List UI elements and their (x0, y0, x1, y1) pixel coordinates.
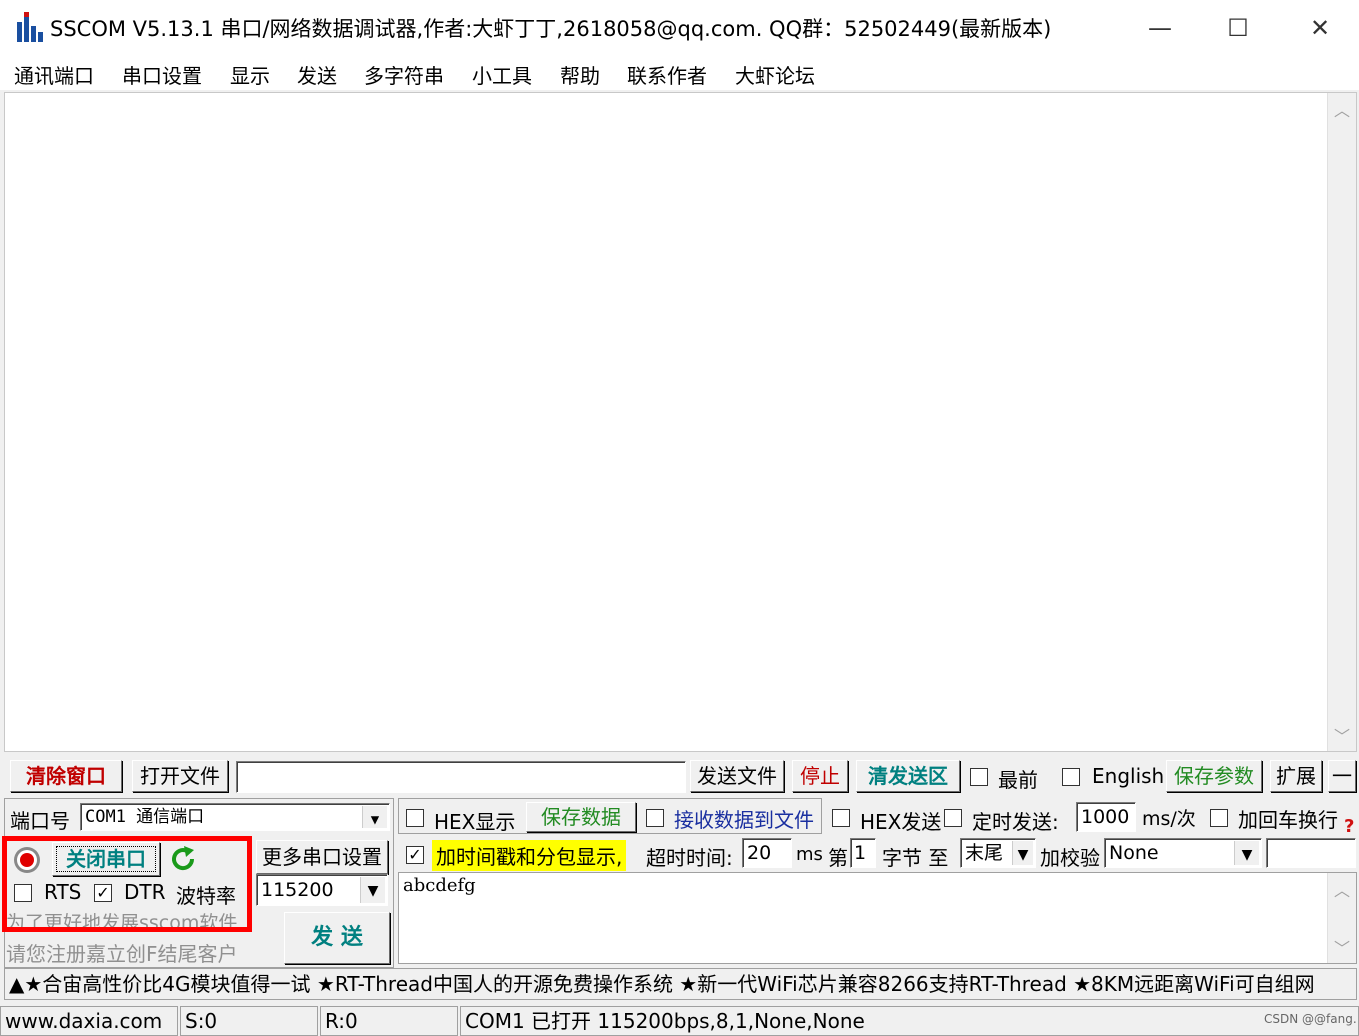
timeout-input[interactable]: 20 (742, 838, 792, 868)
topmost-checkbox[interactable] (970, 768, 988, 786)
receive-scrollbar[interactable]: ︿ ﹀ (1327, 93, 1356, 751)
receive-to-file-label: 接收数据到文件 (674, 808, 814, 832)
chevron-down-icon[interactable]: ▼ (360, 877, 385, 903)
scroll-down-icon[interactable]: ﹀ (1328, 935, 1356, 959)
menu-contact[interactable]: 联系作者 (627, 60, 707, 89)
open-file-button[interactable]: 打开文件 (132, 760, 228, 792)
menu-help[interactable]: 帮助 (560, 60, 600, 89)
menu-display[interactable]: 显示 (230, 60, 270, 89)
file-path-input[interactable] (236, 761, 686, 793)
checksum-label: 加校验 (1040, 846, 1100, 870)
send-button[interactable]: 发 送 (284, 912, 390, 964)
scroll-up-icon[interactable]: ︿ (1328, 877, 1356, 901)
maximize-button[interactable]: ☐ (1218, 8, 1258, 48)
status-received-count: R:0 (320, 1006, 458, 1036)
status-sent-count: S:0 (180, 1006, 318, 1036)
send-scrollbar[interactable]: ︿ ﹀ (1327, 873, 1356, 963)
more-settings-button[interactable]: 更多串口设置 (256, 840, 388, 874)
menu-bar: 通讯端口 串口设置 显示 发送 多字符串 小工具 帮助 联系作者 大虾论坛 (0, 56, 1359, 90)
hex-send-checkbox[interactable] (832, 809, 850, 827)
topmost-label: 最前 (998, 768, 1038, 792)
chevron-down-icon[interactable]: ▼ (1234, 841, 1259, 865)
menu-multi-string[interactable]: 多字符串 (364, 60, 444, 89)
receive-to-file-checkbox[interactable] (646, 809, 664, 827)
scroll-up-icon[interactable]: ︿ (1328, 97, 1356, 121)
english-checkbox[interactable] (1062, 768, 1080, 786)
checksum-result-field (1266, 838, 1356, 868)
timestamp-label: 加时间戳和分包显示, (432, 840, 627, 871)
port-select[interactable]: COM1 通信端口 ▼ (80, 803, 390, 831)
menu-serial-settings[interactable]: 串口设置 (122, 60, 202, 89)
receive-area[interactable]: ︿ ﹀ (4, 92, 1357, 752)
end-select-value: 末尾 (965, 842, 1004, 864)
checksum-select[interactable]: None ▼ (1104, 838, 1262, 868)
menu-send[interactable]: 发送 (297, 60, 337, 89)
end-select[interactable]: 末尾 ▼ (960, 838, 1036, 868)
english-label: English (1092, 764, 1165, 788)
send-text-area[interactable]: abcdefg ︿ ﹀ (398, 872, 1357, 964)
promo-line-2: 请您注册嘉立创F结尾客户 (6, 942, 238, 966)
close-button[interactable]: ✕ (1300, 8, 1340, 48)
app-icon (17, 12, 43, 42)
timestamp-checkbox[interactable]: ✓ (406, 846, 424, 864)
ad-ticker[interactable]: ▲★合宙高性价比4G模块值得一试 ★RT-Thread中国人的开源免费操作系统 … (4, 968, 1357, 1000)
watermark: CSDN @@fang. (1264, 1012, 1357, 1026)
hex-display-checkbox[interactable] (406, 809, 424, 827)
expand-button[interactable]: 扩展 (1270, 760, 1322, 792)
menu-tools[interactable]: 小工具 (472, 60, 532, 89)
window-title: SSCOM V5.13.1 串口/网络数据调试器,作者:大虾丁丁,2618058… (50, 17, 1052, 41)
status-website[interactable]: www.daxia.com (0, 1006, 178, 1036)
minimize-button[interactable]: — (1140, 8, 1180, 48)
highlight-box (2, 836, 252, 932)
port-label: 端口号 (10, 809, 70, 833)
port-select-value: COM1 通信端口 (85, 807, 205, 827)
help-question-icon[interactable]: ? (1344, 816, 1354, 837)
interval-unit-label: ms/次 (1142, 808, 1196, 830)
title-bar: SSCOM V5.13.1 串口/网络数据调试器,作者:大虾丁丁,2618058… (0, 0, 1359, 56)
clear-window-button[interactable]: 清除窗口 (10, 760, 122, 792)
send-text-content: abcdefg (403, 875, 476, 896)
byte-start-input[interactable]: 1 (850, 838, 876, 868)
collapse-button[interactable]: 一 (1328, 760, 1356, 792)
save-params-button[interactable]: 保存参数 (1166, 760, 1262, 792)
chevron-down-icon[interactable]: ▼ (362, 806, 387, 828)
timed-send-checkbox[interactable] (944, 809, 962, 827)
timeout-label: 超时时间: (646, 846, 733, 870)
hex-display-label: HEX显示 (434, 810, 516, 834)
menu-comm-port[interactable]: 通讯端口 (14, 60, 94, 89)
timeout-unit-label: ms (796, 844, 823, 865)
append-crlf-checkbox[interactable] (1210, 809, 1228, 827)
scroll-down-icon[interactable]: ﹀ (1328, 723, 1356, 747)
stop-button[interactable]: 停止 (792, 760, 848, 792)
baud-select[interactable]: 115200 ▼ (256, 874, 388, 906)
byte-range-label: 字节 至 (882, 846, 949, 870)
baud-select-value: 115200 (261, 879, 334, 901)
chevron-down-icon[interactable]: ▼ (1012, 841, 1033, 865)
checksum-select-value: None (1109, 842, 1159, 864)
menu-forum[interactable]: 大虾论坛 (735, 60, 815, 89)
send-file-button[interactable]: 发送文件 (690, 760, 784, 792)
clear-send-button[interactable]: 清发送区 (856, 760, 960, 792)
save-data-button[interactable]: 保存数据 (526, 802, 636, 832)
interval-input[interactable]: 1000 (1076, 802, 1136, 832)
byte-prefix-label: 第 (828, 846, 848, 870)
append-crlf-label: 加回车换行 (1238, 808, 1338, 832)
status-port-info: COM1 已打开 115200bps,8,1,None,None (460, 1006, 1359, 1036)
timed-send-label: 定时发送: (972, 810, 1059, 834)
hex-send-label: HEX发送 (860, 810, 942, 834)
